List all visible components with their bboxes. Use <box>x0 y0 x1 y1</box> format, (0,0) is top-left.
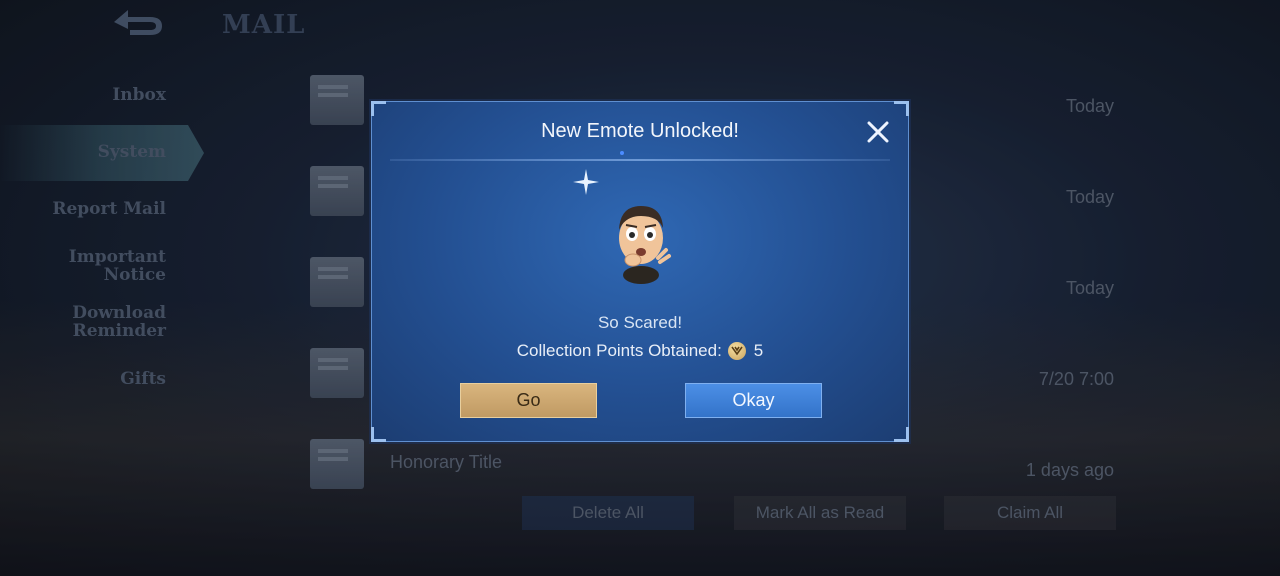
corner-ornament <box>894 427 909 442</box>
close-icon <box>867 121 889 143</box>
close-button[interactable] <box>864 118 892 146</box>
points-value: 5 <box>753 341 764 360</box>
points-label: Collection Points Obtained: <box>516 341 722 360</box>
dialog-title: New Emote Unlocked! <box>541 120 739 142</box>
collection-points-row: Collection Points Obtained: 5 <box>372 341 908 361</box>
collection-point-icon <box>727 342 746 360</box>
scared-emote-icon <box>619 206 671 284</box>
divider-dot <box>620 151 624 155</box>
title-divider <box>390 159 890 161</box>
sparkle-icon <box>573 169 599 195</box>
corner-ornament <box>371 427 386 442</box>
corner-ornament <box>371 101 386 116</box>
emote-name: So Scared! <box>597 313 683 332</box>
go-button[interactable]: Go <box>460 383 597 418</box>
emote-unlocked-dialog: New Emote Unlocked! So Scared! Collectio… <box>371 101 909 442</box>
corner-ornament <box>894 101 909 116</box>
okay-button[interactable]: Okay <box>685 383 822 418</box>
